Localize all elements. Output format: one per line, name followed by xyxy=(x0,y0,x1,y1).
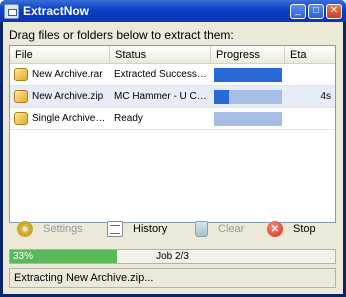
client-area: Drag files or folders below to extract t… xyxy=(3,22,343,294)
column-header-eta[interactable]: Eta xyxy=(285,46,335,63)
gear-icon xyxy=(17,221,33,237)
row-progress-bar xyxy=(214,89,282,104)
toolbar: Settings History Clear ✕ Stop xyxy=(3,218,343,240)
column-header-progress[interactable]: Progress xyxy=(211,46,285,63)
maximize-button[interactable]: □ xyxy=(308,3,324,19)
minimize-button[interactable]: _ xyxy=(290,3,306,19)
history-button[interactable]: History xyxy=(107,221,167,237)
app-icon xyxy=(4,3,19,19)
list-row[interactable]: New Archive.rar Extracted Successfull... xyxy=(10,64,335,86)
file-name: New Archive.zip xyxy=(32,91,104,102)
list-row[interactable]: New Archive.zip MC Hammer - U Can'... 4s xyxy=(10,86,335,108)
close-button[interactable]: ✕ xyxy=(326,3,342,19)
list-header: File Status Progress Eta xyxy=(10,46,335,64)
row-progress-bar xyxy=(214,67,282,82)
eta-cell: 4s xyxy=(320,91,331,102)
stop-icon: ✕ xyxy=(267,221,283,237)
job-counter: Job 2/3 xyxy=(156,251,189,262)
file-cell: Single Archive.r... xyxy=(10,112,110,125)
status-cell: MC Hammer - U Can'... xyxy=(114,91,211,102)
file-name: Single Archive.r... xyxy=(32,113,106,124)
row-progress-bar xyxy=(214,111,282,126)
progress-cell xyxy=(211,111,285,126)
archive-list[interactable]: File Status Progress Eta New Archive.rar… xyxy=(9,45,336,223)
window-title: ExtractNow xyxy=(23,4,90,18)
archive-icon xyxy=(14,68,28,81)
status-cell: Ready xyxy=(114,113,143,124)
title-bar[interactable]: ExtractNow _ □ ✕ xyxy=(0,0,346,22)
list-row[interactable]: Single Archive.r... Ready xyxy=(10,108,335,130)
file-name: New Archive.rar xyxy=(32,69,103,80)
column-header-file[interactable]: File xyxy=(10,46,110,63)
status-cell: Extracted Successfull... xyxy=(114,69,211,80)
row-progress-fill xyxy=(214,89,229,104)
settings-button[interactable]: Settings xyxy=(17,221,83,237)
archive-icon xyxy=(14,90,28,103)
stop-button[interactable]: ✕ Stop xyxy=(267,221,316,237)
history-icon xyxy=(107,221,123,237)
clear-button[interactable]: Clear xyxy=(195,221,244,237)
stop-label: Stop xyxy=(293,223,316,235)
file-cell: New Archive.zip xyxy=(10,90,110,103)
progress-cell xyxy=(211,67,285,82)
settings-label: Settings xyxy=(43,223,83,235)
instructions-label: Drag files or folders below to extract t… xyxy=(9,28,234,42)
row-progress-fill xyxy=(214,67,282,82)
progress-cell xyxy=(211,89,285,104)
history-label: History xyxy=(133,223,168,235)
column-header-status[interactable]: Status xyxy=(110,46,211,63)
status-bar: Extracting New Archive.zip... xyxy=(9,268,336,288)
archive-icon xyxy=(14,112,28,125)
clear-label: Clear xyxy=(218,223,245,235)
overall-progress-bar: 33% Job 2/3 xyxy=(9,249,336,264)
trash-icon xyxy=(195,221,208,237)
main-window: ExtractNow _ □ ✕ Drag files or folders b… xyxy=(0,0,346,297)
file-cell: New Archive.rar xyxy=(10,68,110,81)
